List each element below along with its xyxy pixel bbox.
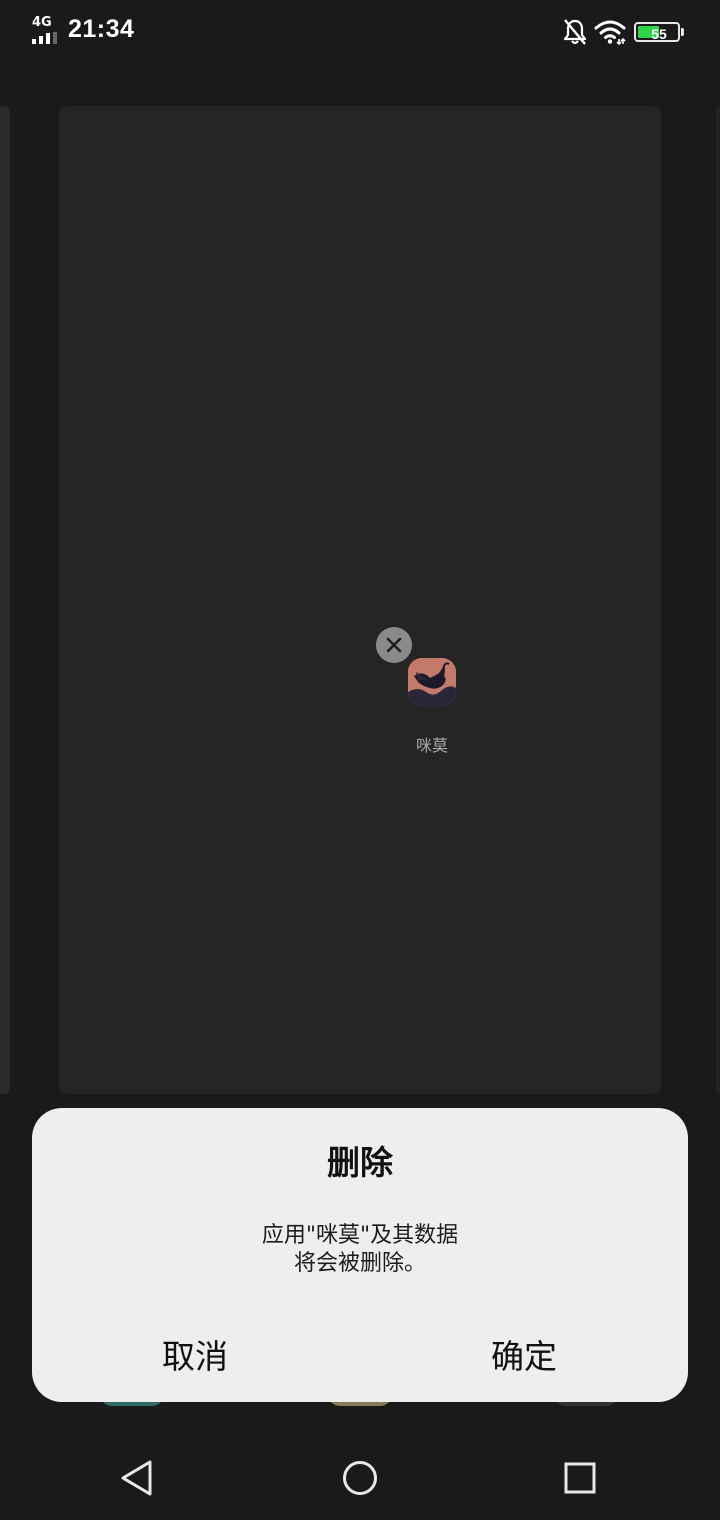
- signal-icon: 4G: [30, 16, 60, 46]
- dialog-title: 删除: [327, 1143, 393, 1182]
- dialog-message: 应用"咪莫"及其数据 将会被删除。: [32, 1222, 688, 1278]
- status-bar: 4G 21:34 55: [0, 0, 720, 66]
- app-label: 咪莫: [415, 736, 448, 755]
- adjacent-page-left: [0, 106, 10, 1094]
- wifi-icon: [594, 19, 626, 46]
- battery-level: 55: [651, 26, 667, 42]
- back-icon: [121, 1460, 152, 1496]
- clock: 21:34: [68, 15, 135, 43]
- remove-app-button[interactable]: [376, 627, 412, 663]
- adjacent-page-right: [716, 106, 720, 1094]
- cancel-button[interactable]: 取消: [95, 1330, 295, 1384]
- dialog-message-line: 应用"咪莫"及其数据: [261, 1223, 459, 1248]
- recents-button[interactable]: [558, 1456, 602, 1500]
- mute-bell-icon: [562, 18, 588, 46]
- battery-icon: 55: [634, 22, 684, 42]
- delete-dialog: 删除 应用"咪莫"及其数据 将会被删除。 取消 确定: [32, 1108, 688, 1402]
- recents-icon: [564, 1462, 596, 1494]
- dialog-message-line: 将会被删除。: [293, 1251, 426, 1276]
- network-type: 4G: [32, 15, 52, 30]
- mimo-app-icon[interactable]: [408, 658, 456, 706]
- folder-page: [59, 106, 661, 1094]
- home-button[interactable]: [338, 1456, 382, 1500]
- close-icon: [386, 637, 402, 653]
- home-icon: [343, 1461, 377, 1495]
- confirm-button[interactable]: 确定: [424, 1330, 624, 1384]
- back-button[interactable]: [116, 1456, 160, 1500]
- screen: 4G 21:34 55 咪莫 删除 应用"咪莫"及其数据 将会被删除。 取消 确…: [0, 0, 720, 1520]
- navigation-bar: [0, 1436, 720, 1520]
